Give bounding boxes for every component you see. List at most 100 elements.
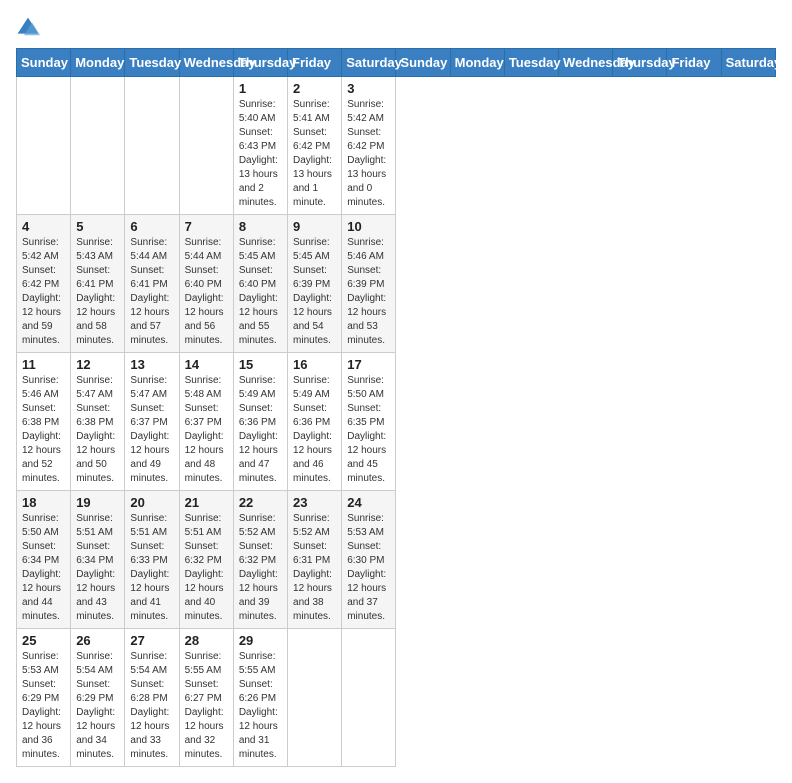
calendar-cell: 5 Sunrise: 5:43 AM Sunset: 6:41 PM Daylig… xyxy=(71,215,125,353)
day-number: 21 xyxy=(185,495,228,510)
day-number: 22 xyxy=(239,495,282,510)
col-header-wednesday: Wednesday xyxy=(559,49,613,77)
calendar-cell: 14 Sunrise: 5:48 AM Sunset: 6:37 PM Dayli… xyxy=(179,353,233,491)
day-info: Sunrise: 5:52 AM Sunset: 6:31 PM Dayligh… xyxy=(293,512,336,624)
day-info: Sunrise: 5:47 AM Sunset: 6:37 PM Dayligh… xyxy=(130,374,173,486)
day-number: 23 xyxy=(293,495,336,510)
calendar-cell: 25 Sunrise: 5:53 AM Sunset: 6:29 PM Dayli… xyxy=(17,629,71,767)
calendar-cell: 29 Sunrise: 5:55 AM Sunset: 6:26 PM Dayli… xyxy=(233,629,287,767)
day-number: 6 xyxy=(130,219,173,234)
day-info: Sunrise: 5:51 AM Sunset: 6:32 PM Dayligh… xyxy=(185,512,228,624)
calendar-week-row: 11 Sunrise: 5:46 AM Sunset: 6:38 PM Dayli… xyxy=(17,353,776,491)
header-thursday: Thursday xyxy=(233,49,287,77)
page-header xyxy=(16,16,776,40)
header-tuesday: Tuesday xyxy=(125,49,179,77)
calendar-cell xyxy=(288,629,342,767)
calendar-cell xyxy=(125,77,179,215)
header-sunday: Sunday xyxy=(17,49,71,77)
header-wednesday: Wednesday xyxy=(179,49,233,77)
day-info: Sunrise: 5:54 AM Sunset: 6:28 PM Dayligh… xyxy=(130,650,173,762)
day-info: Sunrise: 5:49 AM Sunset: 6:36 PM Dayligh… xyxy=(239,374,282,486)
day-info: Sunrise: 5:45 AM Sunset: 6:40 PM Dayligh… xyxy=(239,236,282,348)
calendar-cell: 24 Sunrise: 5:53 AM Sunset: 6:30 PM Dayli… xyxy=(342,491,396,629)
day-number: 15 xyxy=(239,357,282,372)
day-number: 20 xyxy=(130,495,173,510)
calendar-cell: 18 Sunrise: 5:50 AM Sunset: 6:34 PM Dayli… xyxy=(17,491,71,629)
day-number: 19 xyxy=(76,495,119,510)
calendar-cell: 15 Sunrise: 5:49 AM Sunset: 6:36 PM Dayli… xyxy=(233,353,287,491)
header-saturday: Saturday xyxy=(342,49,396,77)
day-info: Sunrise: 5:52 AM Sunset: 6:32 PM Dayligh… xyxy=(239,512,282,624)
col-header-thursday: Thursday xyxy=(613,49,667,77)
day-info: Sunrise: 5:42 AM Sunset: 6:42 PM Dayligh… xyxy=(347,98,390,210)
day-info: Sunrise: 5:40 AM Sunset: 6:43 PM Dayligh… xyxy=(239,98,282,210)
day-number: 17 xyxy=(347,357,390,372)
day-number: 25 xyxy=(22,633,65,648)
day-info: Sunrise: 5:46 AM Sunset: 6:39 PM Dayligh… xyxy=(347,236,390,348)
calendar-cell: 4 Sunrise: 5:42 AM Sunset: 6:42 PM Daylig… xyxy=(17,215,71,353)
calendar-cell: 27 Sunrise: 5:54 AM Sunset: 6:28 PM Dayli… xyxy=(125,629,179,767)
calendar-cell: 10Sunrise: 5:46 AM Sunset: 6:39 PM Dayli… xyxy=(342,215,396,353)
day-number: 13 xyxy=(130,357,173,372)
day-info: Sunrise: 5:53 AM Sunset: 6:29 PM Dayligh… xyxy=(22,650,65,762)
day-info: Sunrise: 5:51 AM Sunset: 6:34 PM Dayligh… xyxy=(76,512,119,624)
calendar-cell: 2 Sunrise: 5:41 AM Sunset: 6:42 PM Daylig… xyxy=(288,77,342,215)
day-number: 9 xyxy=(293,219,336,234)
calendar-table: SundayMondayTuesdayWednesdayThursdayFrid… xyxy=(16,48,776,767)
col-header-monday: Monday xyxy=(450,49,504,77)
calendar-cell: 20 Sunrise: 5:51 AM Sunset: 6:33 PM Dayli… xyxy=(125,491,179,629)
day-number: 29 xyxy=(239,633,282,648)
calendar-cell: 13 Sunrise: 5:47 AM Sunset: 6:37 PM Dayli… xyxy=(125,353,179,491)
day-info: Sunrise: 5:48 AM Sunset: 6:37 PM Dayligh… xyxy=(185,374,228,486)
calendar-cell: 3Sunrise: 5:42 AM Sunset: 6:42 PM Daylig… xyxy=(342,77,396,215)
day-number: 4 xyxy=(22,219,65,234)
logo xyxy=(16,16,44,40)
col-header-tuesday: Tuesday xyxy=(504,49,558,77)
day-info: Sunrise: 5:51 AM Sunset: 6:33 PM Dayligh… xyxy=(130,512,173,624)
calendar-cell xyxy=(179,77,233,215)
calendar-week-row: 1 Sunrise: 5:40 AM Sunset: 6:43 PM Daylig… xyxy=(17,77,776,215)
day-number: 18 xyxy=(22,495,65,510)
calendar-cell: 17Sunrise: 5:50 AM Sunset: 6:35 PM Dayli… xyxy=(342,353,396,491)
col-header-sunday: Sunday xyxy=(396,49,450,77)
day-number: 24 xyxy=(347,495,390,510)
calendar-cell: 16Sunrise: 5:49 AM Sunset: 6:36 PM Dayli… xyxy=(288,353,342,491)
calendar-cell: 12Sunrise: 5:47 AM Sunset: 6:38 PM Dayli… xyxy=(71,353,125,491)
day-number: 14 xyxy=(185,357,228,372)
day-number: 11 xyxy=(22,357,65,372)
day-number: 2 xyxy=(293,81,336,96)
col-header-friday: Friday xyxy=(667,49,721,77)
day-info: Sunrise: 5:46 AM Sunset: 6:38 PM Dayligh… xyxy=(22,374,65,486)
calendar-cell xyxy=(17,77,71,215)
day-number: 8 xyxy=(239,219,282,234)
day-number: 26 xyxy=(76,633,119,648)
day-info: Sunrise: 5:43 AM Sunset: 6:41 PM Dayligh… xyxy=(76,236,119,348)
day-number: 27 xyxy=(130,633,173,648)
calendar-cell: 9 Sunrise: 5:45 AM Sunset: 6:39 PM Daylig… xyxy=(288,215,342,353)
calendar-week-row: 4 Sunrise: 5:42 AM Sunset: 6:42 PM Daylig… xyxy=(17,215,776,353)
day-number: 1 xyxy=(239,81,282,96)
day-number: 5 xyxy=(76,219,119,234)
calendar-cell: 11 Sunrise: 5:46 AM Sunset: 6:38 PM Dayli… xyxy=(17,353,71,491)
day-number: 12 xyxy=(76,357,119,372)
day-info: Sunrise: 5:55 AM Sunset: 6:27 PM Dayligh… xyxy=(185,650,228,762)
calendar-cell: 26 Sunrise: 5:54 AM Sunset: 6:29 PM Dayli… xyxy=(71,629,125,767)
day-info: Sunrise: 5:45 AM Sunset: 6:39 PM Dayligh… xyxy=(293,236,336,348)
calendar-header-row: SundayMondayTuesdayWednesdayThursdayFrid… xyxy=(17,49,776,77)
day-info: Sunrise: 5:41 AM Sunset: 6:42 PM Dayligh… xyxy=(293,98,336,210)
calendar-cell: 21 Sunrise: 5:51 AM Sunset: 6:32 PM Dayli… xyxy=(179,491,233,629)
calendar-cell: 8 Sunrise: 5:45 AM Sunset: 6:40 PM Daylig… xyxy=(233,215,287,353)
day-info: Sunrise: 5:49 AM Sunset: 6:36 PM Dayligh… xyxy=(293,374,336,486)
calendar-cell xyxy=(71,77,125,215)
day-info: Sunrise: 5:42 AM Sunset: 6:42 PM Dayligh… xyxy=(22,236,65,348)
calendar-cell: 6Sunrise: 5:44 AM Sunset: 6:41 PM Daylig… xyxy=(125,215,179,353)
day-info: Sunrise: 5:50 AM Sunset: 6:34 PM Dayligh… xyxy=(22,512,65,624)
day-info: Sunrise: 5:55 AM Sunset: 6:26 PM Dayligh… xyxy=(239,650,282,762)
day-info: Sunrise: 5:54 AM Sunset: 6:29 PM Dayligh… xyxy=(76,650,119,762)
calendar-week-row: 25 Sunrise: 5:53 AM Sunset: 6:29 PM Dayli… xyxy=(17,629,776,767)
calendar-week-row: 18 Sunrise: 5:50 AM Sunset: 6:34 PM Dayli… xyxy=(17,491,776,629)
header-friday: Friday xyxy=(288,49,342,77)
col-header-saturday: Saturday xyxy=(721,49,775,77)
day-info: Sunrise: 5:44 AM Sunset: 6:40 PM Dayligh… xyxy=(185,236,228,348)
day-info: Sunrise: 5:53 AM Sunset: 6:30 PM Dayligh… xyxy=(347,512,390,624)
